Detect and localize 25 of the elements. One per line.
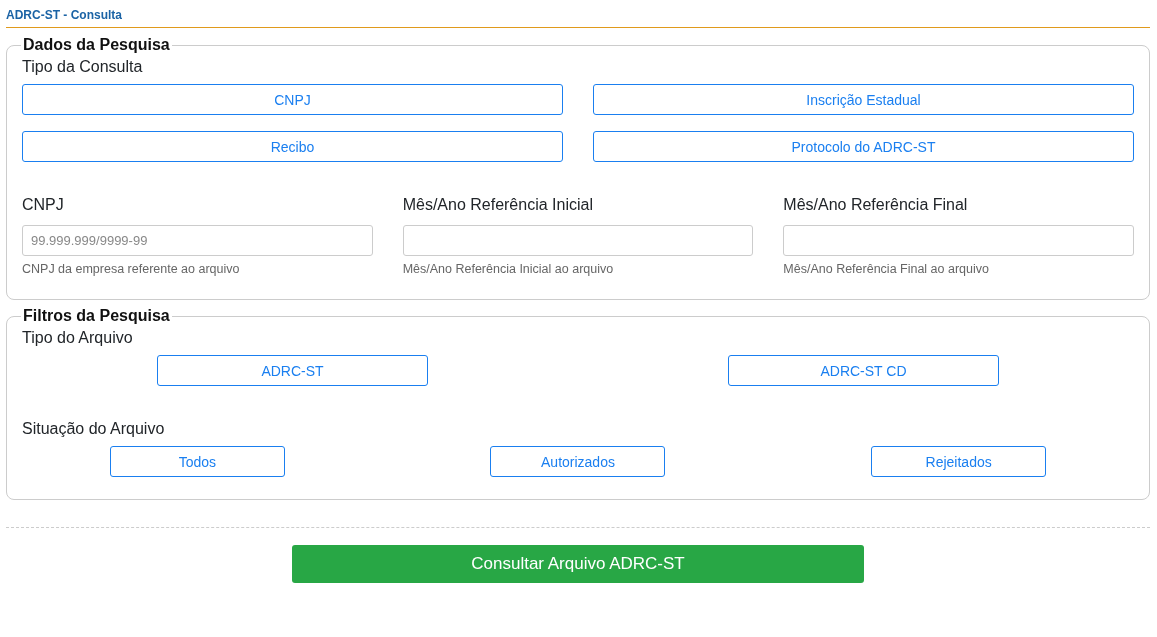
group-label: Tipo da Consulta <box>22 58 143 76</box>
text-field[interactable]: 99.999.999/9999-99 <box>22 225 373 256</box>
section-legend: Filtros da Pesquisa <box>21 307 172 325</box>
option-button[interactable]: Protocolo do ADRC-ST <box>593 131 1134 162</box>
text-field[interactable] <box>783 225 1134 256</box>
option-button[interactable]: Recibo <box>22 131 563 162</box>
option-button[interactable]: Autorizados <box>490 446 666 477</box>
group-label: Tipo do Arquivo <box>22 329 133 347</box>
field-label: Mês/Ano Referência Inicial <box>402 196 593 214</box>
group-label: Situação do Arquivo <box>22 420 165 438</box>
page-title: ADRC-ST - Consulta <box>6 8 122 22</box>
section-legend: Dados da Pesquisa <box>21 36 172 54</box>
option-button[interactable]: Todos <box>109 446 285 477</box>
text-field[interactable] <box>402 225 754 256</box>
option-button[interactable]: ADRC-ST <box>157 355 428 386</box>
help-text: Mês/Ano Referência Inicial ao arquivo <box>402 262 614 276</box>
help-text: Mês/Ano Referência Final ao arquivo <box>783 262 989 276</box>
option-button[interactable]: ADRC-ST CD <box>728 355 999 386</box>
option-button[interactable]: CNPJ <box>22 84 563 115</box>
option-button[interactable]: Rejeitados <box>871 446 1047 477</box>
field-label: CNPJ <box>22 196 64 214</box>
option-button[interactable]: Inscrição Estadual <box>593 84 1134 115</box>
field-label: Mês/Ano Referência Final <box>783 196 968 214</box>
help-text: CNPJ da empresa referente ao arquivo <box>22 262 240 276</box>
submit-button[interactable]: Consultar Arquivo ADRC-ST <box>292 545 864 583</box>
